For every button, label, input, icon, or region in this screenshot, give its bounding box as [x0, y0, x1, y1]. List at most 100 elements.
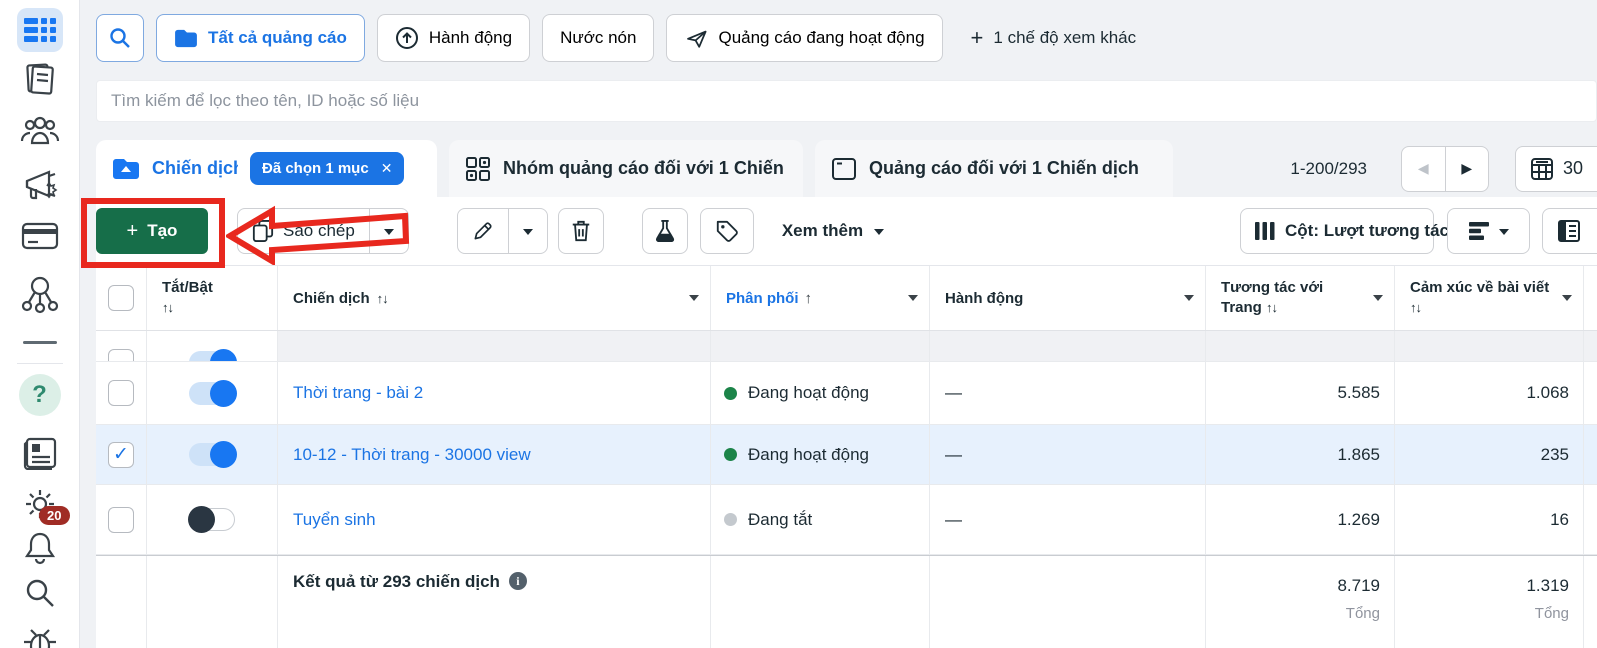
- duplicate-split-button: Sao chép: [237, 208, 409, 254]
- all-ads-filter-button[interactable]: Tất cả quảng cáo: [156, 14, 365, 62]
- tab-adsets[interactable]: Nhóm quảng cáo đối với 1 Chiến dịch: [449, 140, 803, 197]
- saved-filter-button[interactable]: Nước nón: [542, 14, 655, 62]
- content-panel: + Tạo Sao chép Xem thêm Cột: Lượt tương …: [96, 197, 1597, 648]
- table-row-partial: [96, 331, 1597, 362]
- bug-icon: [21, 624, 59, 648]
- row-toggle[interactable]: [188, 505, 235, 533]
- chevron-down-icon[interactable]: [1562, 295, 1572, 306]
- level-tabs: Chiến dịch Đã chọn 1 mục ✕ Nhóm quảng cá…: [96, 140, 1597, 197]
- row-toggle[interactable]: [189, 379, 237, 407]
- post-reactions-value: 16: [1394, 485, 1583, 554]
- total-page-engagement: 8.719: [1337, 576, 1380, 595]
- edit-dropdown[interactable]: [507, 209, 547, 253]
- row-checkbox[interactable]: [108, 506, 134, 533]
- prev-page-button[interactable]: ◀: [1402, 147, 1445, 191]
- search-filter-button[interactable]: [96, 14, 144, 62]
- select-all-checkbox[interactable]: [108, 285, 134, 311]
- trash-icon: [570, 219, 592, 243]
- campaign-name-link[interactable]: Thời trang - bài 2: [293, 383, 423, 403]
- sort-arrows-icon: ↑↓: [1410, 300, 1422, 315]
- row-toggle[interactable]: [189, 348, 237, 361]
- breakdown-button[interactable]: [1447, 208, 1530, 254]
- header-campaign[interactable]: Chiến dịch ↑↓: [277, 266, 710, 330]
- sidebar: ? 20: [0, 0, 80, 648]
- plus-icon: +: [126, 220, 139, 242]
- chevron-down-icon[interactable]: [689, 295, 699, 306]
- chevron-down-icon: [874, 228, 885, 240]
- pagination-range: 1-200/293: [1290, 158, 1367, 178]
- table-search-bar: [96, 80, 1597, 122]
- results-summary: Kết quả từ 293 chiến dịch: [293, 572, 500, 591]
- next-page-button[interactable]: ▶: [1444, 146, 1489, 191]
- sidebar-item-search[interactable]: [23, 576, 57, 610]
- sidebar-item-audiences[interactable]: [20, 114, 60, 148]
- reports-button[interactable]: [1542, 208, 1597, 254]
- active-ads-filter-label: Quảng cáo đang hoạt động: [718, 28, 925, 47]
- edit-button[interactable]: [458, 209, 508, 253]
- row-checkbox[interactable]: [108, 349, 134, 361]
- row-checkbox-checked[interactable]: ✓: [108, 441, 134, 468]
- campaign-name-link[interactable]: 10-12 - Thời trang - 30000 view: [293, 445, 531, 465]
- megaphone-icon: [21, 168, 59, 204]
- sidebar-item-ads-manager[interactable]: [16, 8, 63, 52]
- chevron-down-icon[interactable]: [908, 295, 918, 306]
- status-text: Đang hoạt động: [748, 383, 869, 402]
- header-delivery[interactable]: Phân phối ↑: [710, 266, 929, 330]
- create-button[interactable]: + Tạo: [96, 208, 208, 254]
- delete-button[interactable]: [557, 208, 604, 254]
- search-icon: [109, 27, 131, 49]
- page-engagement-value: 1.865: [1205, 425, 1394, 484]
- info-icon[interactable]: i: [508, 572, 527, 590]
- header-action[interactable]: Hành động: [929, 266, 1205, 330]
- active-ads-filter-button[interactable]: Quảng cáo đang hoạt động: [666, 14, 943, 62]
- ab-test-button[interactable]: [641, 208, 688, 254]
- sidebar-item-help[interactable]: ?: [18, 374, 61, 416]
- sidebar-item-business-structure[interactable]: [20, 274, 60, 314]
- edit-split-button: [456, 208, 548, 254]
- campaign-name-link[interactable]: Tuyển sinh: [293, 510, 376, 530]
- total-label: Tổng: [1534, 604, 1569, 622]
- tag-button[interactable]: [699, 208, 754, 254]
- header-page-engagement[interactable]: Tương tác với Trang ↑↓: [1205, 266, 1394, 330]
- chevron-down-icon: [383, 228, 394, 240]
- search-input[interactable]: [111, 91, 1582, 111]
- tab-campaigns[interactable]: Chiến dịch Đã chọn 1 mục ✕: [96, 140, 437, 197]
- sidebar-item-billing[interactable]: [21, 222, 59, 250]
- sidebar-item-ads-reporting[interactable]: [21, 60, 59, 98]
- tab-ads[interactable]: Quảng cáo đối với 1 Chiến dịch: [815, 140, 1173, 197]
- sidebar-item-notifications[interactable]: 20: [20, 506, 70, 566]
- more-actions-button[interactable]: Xem thêm: [782, 221, 885, 241]
- sidebar-item-report-bug[interactable]: [21, 624, 59, 648]
- pencil-icon: [472, 220, 494, 242]
- saved-filter-label: Nước nón: [560, 28, 637, 47]
- total-post-reactions: 1.319: [1526, 576, 1569, 595]
- status-dot-off: [724, 513, 737, 526]
- sort-arrows-icon: ↑↓: [162, 300, 174, 315]
- tab-ads-label: Quảng cáo đối với 1 Chiến dịch: [869, 158, 1139, 178]
- clear-selection-icon[interactable]: ✕: [381, 160, 393, 177]
- duplicate-button[interactable]: Sao chép: [238, 209, 369, 253]
- columns-button[interactable]: Cột: Lượt tương tác: [1240, 208, 1469, 254]
- page-size-button[interactable]: 30: [1515, 145, 1597, 192]
- table-header-row: Tắt/Bật ↑↓ Chiến dịch ↑↓ Phân phối ↑ Hàn…: [96, 265, 1597, 331]
- header-campaign-label: Chiến dịch: [293, 289, 370, 307]
- reports-icon: [21, 60, 59, 98]
- actions-filter-label: Hành động: [428, 28, 513, 47]
- chevron-down-icon[interactable]: [1184, 295, 1194, 306]
- filter-toolbar: Tất cả quảng cáo Hành động Nước nón Quản…: [96, 14, 1597, 62]
- sidebar-item-automated-rules[interactable]: [21, 168, 59, 204]
- all-ads-filter-label: Tất cả quảng cáo: [208, 28, 347, 47]
- selected-count-pill[interactable]: Đã chọn 1 mục ✕: [250, 152, 405, 185]
- header-toggle[interactable]: Tắt/Bật ↑↓: [146, 266, 277, 330]
- sidebar-collapse-handle[interactable]: [22, 341, 57, 344]
- actions-filter-button[interactable]: Hành động: [376, 14, 531, 62]
- duplicate-dropdown[interactable]: [368, 209, 408, 253]
- add-view-button[interactable]: + 1 chế độ xem khác: [971, 27, 1137, 49]
- action-cell: —: [929, 485, 1205, 554]
- row-checkbox[interactable]: [108, 380, 134, 406]
- row-toggle[interactable]: [189, 441, 237, 468]
- header-post-reactions[interactable]: Cảm xúc về bài viết ↑↓: [1394, 266, 1583, 330]
- chevron-down-icon[interactable]: [1373, 295, 1383, 306]
- search-icon: [23, 576, 57, 610]
- sidebar-item-page-posts[interactable]: [21, 436, 59, 470]
